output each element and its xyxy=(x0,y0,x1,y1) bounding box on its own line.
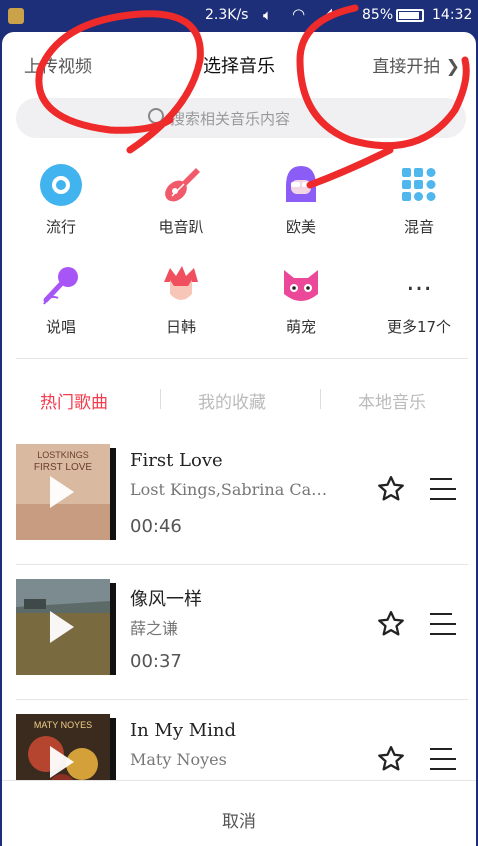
tab-separator xyxy=(160,389,161,409)
play-icon[interactable] xyxy=(50,476,74,508)
svg-text:FIRST LOVE: FIRST LOVE xyxy=(34,462,92,473)
song-artist: Maty Noyes xyxy=(130,750,227,769)
category-label: 萌宠 xyxy=(285,318,316,336)
tab-favorites[interactable]: 我的收藏 xyxy=(198,388,266,413)
category-label: 说唱 xyxy=(45,318,76,336)
start-shooting-button[interactable]: 直接开拍 ❯ xyxy=(372,52,460,77)
network-speed: 2.3K/s xyxy=(205,7,249,23)
menu-icon[interactable] xyxy=(430,478,456,500)
song-duration: 00:46 xyxy=(130,516,182,537)
search-placeholder: 搜索相关音乐内容 xyxy=(170,110,291,128)
category-western[interactable]: 欧美 xyxy=(246,164,356,237)
menu-icon[interactable] xyxy=(430,748,456,770)
album-spine xyxy=(110,583,116,675)
album-spine xyxy=(110,448,116,540)
more-dots-icon: … xyxy=(406,267,432,297)
category-edm[interactable]: 电音趴 xyxy=(126,164,236,237)
tab-local-music[interactable]: 本地音乐 xyxy=(358,388,426,413)
list-item[interactable]: 像风一样 薛之谦 00:37 xyxy=(2,565,476,700)
category-jpkr[interactable]: 日韩 xyxy=(126,264,236,337)
battery-percent: 85% xyxy=(362,7,394,23)
category-label: 混音 xyxy=(403,218,434,236)
category-label: 欧美 xyxy=(285,218,316,236)
tab-separator xyxy=(320,389,321,409)
song-artist: 薛之谦 xyxy=(130,619,179,638)
play-icon[interactable] xyxy=(50,611,74,643)
divider xyxy=(16,358,468,359)
svg-text:LOSTKINGS: LOSTKINGS xyxy=(37,450,89,460)
category-rap[interactable]: 说唱 xyxy=(6,264,116,337)
category-label: 日韩 xyxy=(165,318,196,336)
dot-grid-icon xyxy=(402,168,436,201)
category-label: 流行 xyxy=(45,218,76,236)
notification-app-icon xyxy=(8,8,24,24)
song-title: In My Mind xyxy=(130,720,237,741)
album-cover[interactable] xyxy=(16,579,116,675)
mute-icon: 🔈︎ xyxy=(263,6,273,24)
battery-icon xyxy=(396,9,424,22)
song-title: 像风一样 xyxy=(130,589,202,610)
song-artist: Lost Kings,Sabrina Carpenter xyxy=(130,480,330,499)
status-bar: 2.3K/s 🔈︎ ◠ ◢ 85% 14:32 xyxy=(0,0,478,32)
red-hair-boy-icon xyxy=(164,266,198,300)
song-title: First Love xyxy=(130,450,223,471)
star-icon[interactable] xyxy=(376,744,406,774)
category-pop[interactable]: 流行 xyxy=(6,164,116,237)
clock: 14:32 xyxy=(432,7,473,23)
list-item[interactable]: LOSTKINGS FIRST LOVE First Love Lost Kin… xyxy=(2,430,476,565)
music-picker-sheet: 上传视频 选择音乐 直接开拍 ❯ 搜索相关音乐内容 流行 电音趴 欧美 混音 说… xyxy=(2,32,476,846)
cancel-button[interactable]: 取消 xyxy=(2,807,476,832)
star-icon[interactable] xyxy=(376,609,406,639)
signal-icon: ◢ xyxy=(322,6,332,21)
category-more[interactable]: … 更多17个 xyxy=(364,264,474,337)
vinyl-disc-icon xyxy=(40,164,82,206)
album-cover[interactable]: LOSTKINGS FIRST LOVE xyxy=(16,444,116,540)
category-pets[interactable]: 萌宠 xyxy=(246,264,356,337)
category-mix[interactable]: 混音 xyxy=(364,164,474,237)
category-label: 电音趴 xyxy=(158,218,204,236)
play-icon[interactable] xyxy=(50,746,74,778)
microphone-icon xyxy=(43,267,78,305)
purple-hair-girl-icon xyxy=(286,166,316,202)
svg-text:MATY NOYES: MATY NOYES xyxy=(34,720,92,730)
star-icon[interactable] xyxy=(376,474,406,504)
search-bar[interactable]: 搜索相关音乐内容 xyxy=(16,98,466,138)
search-icon xyxy=(148,108,164,124)
menu-icon[interactable] xyxy=(430,613,456,635)
footer: 取消 xyxy=(2,780,476,846)
category-label: 更多17个 xyxy=(386,318,452,336)
wifi-icon: ◠ xyxy=(292,5,306,23)
tab-hot-songs[interactable]: 热门歌曲 xyxy=(40,388,108,413)
pink-cat-icon xyxy=(284,270,318,301)
electric-guitar-icon xyxy=(165,168,200,202)
chevron-right-icon: ❯ xyxy=(445,57,460,77)
song-duration: 00:37 xyxy=(130,651,182,672)
start-shooting-label: 直接开拍 xyxy=(372,57,441,77)
